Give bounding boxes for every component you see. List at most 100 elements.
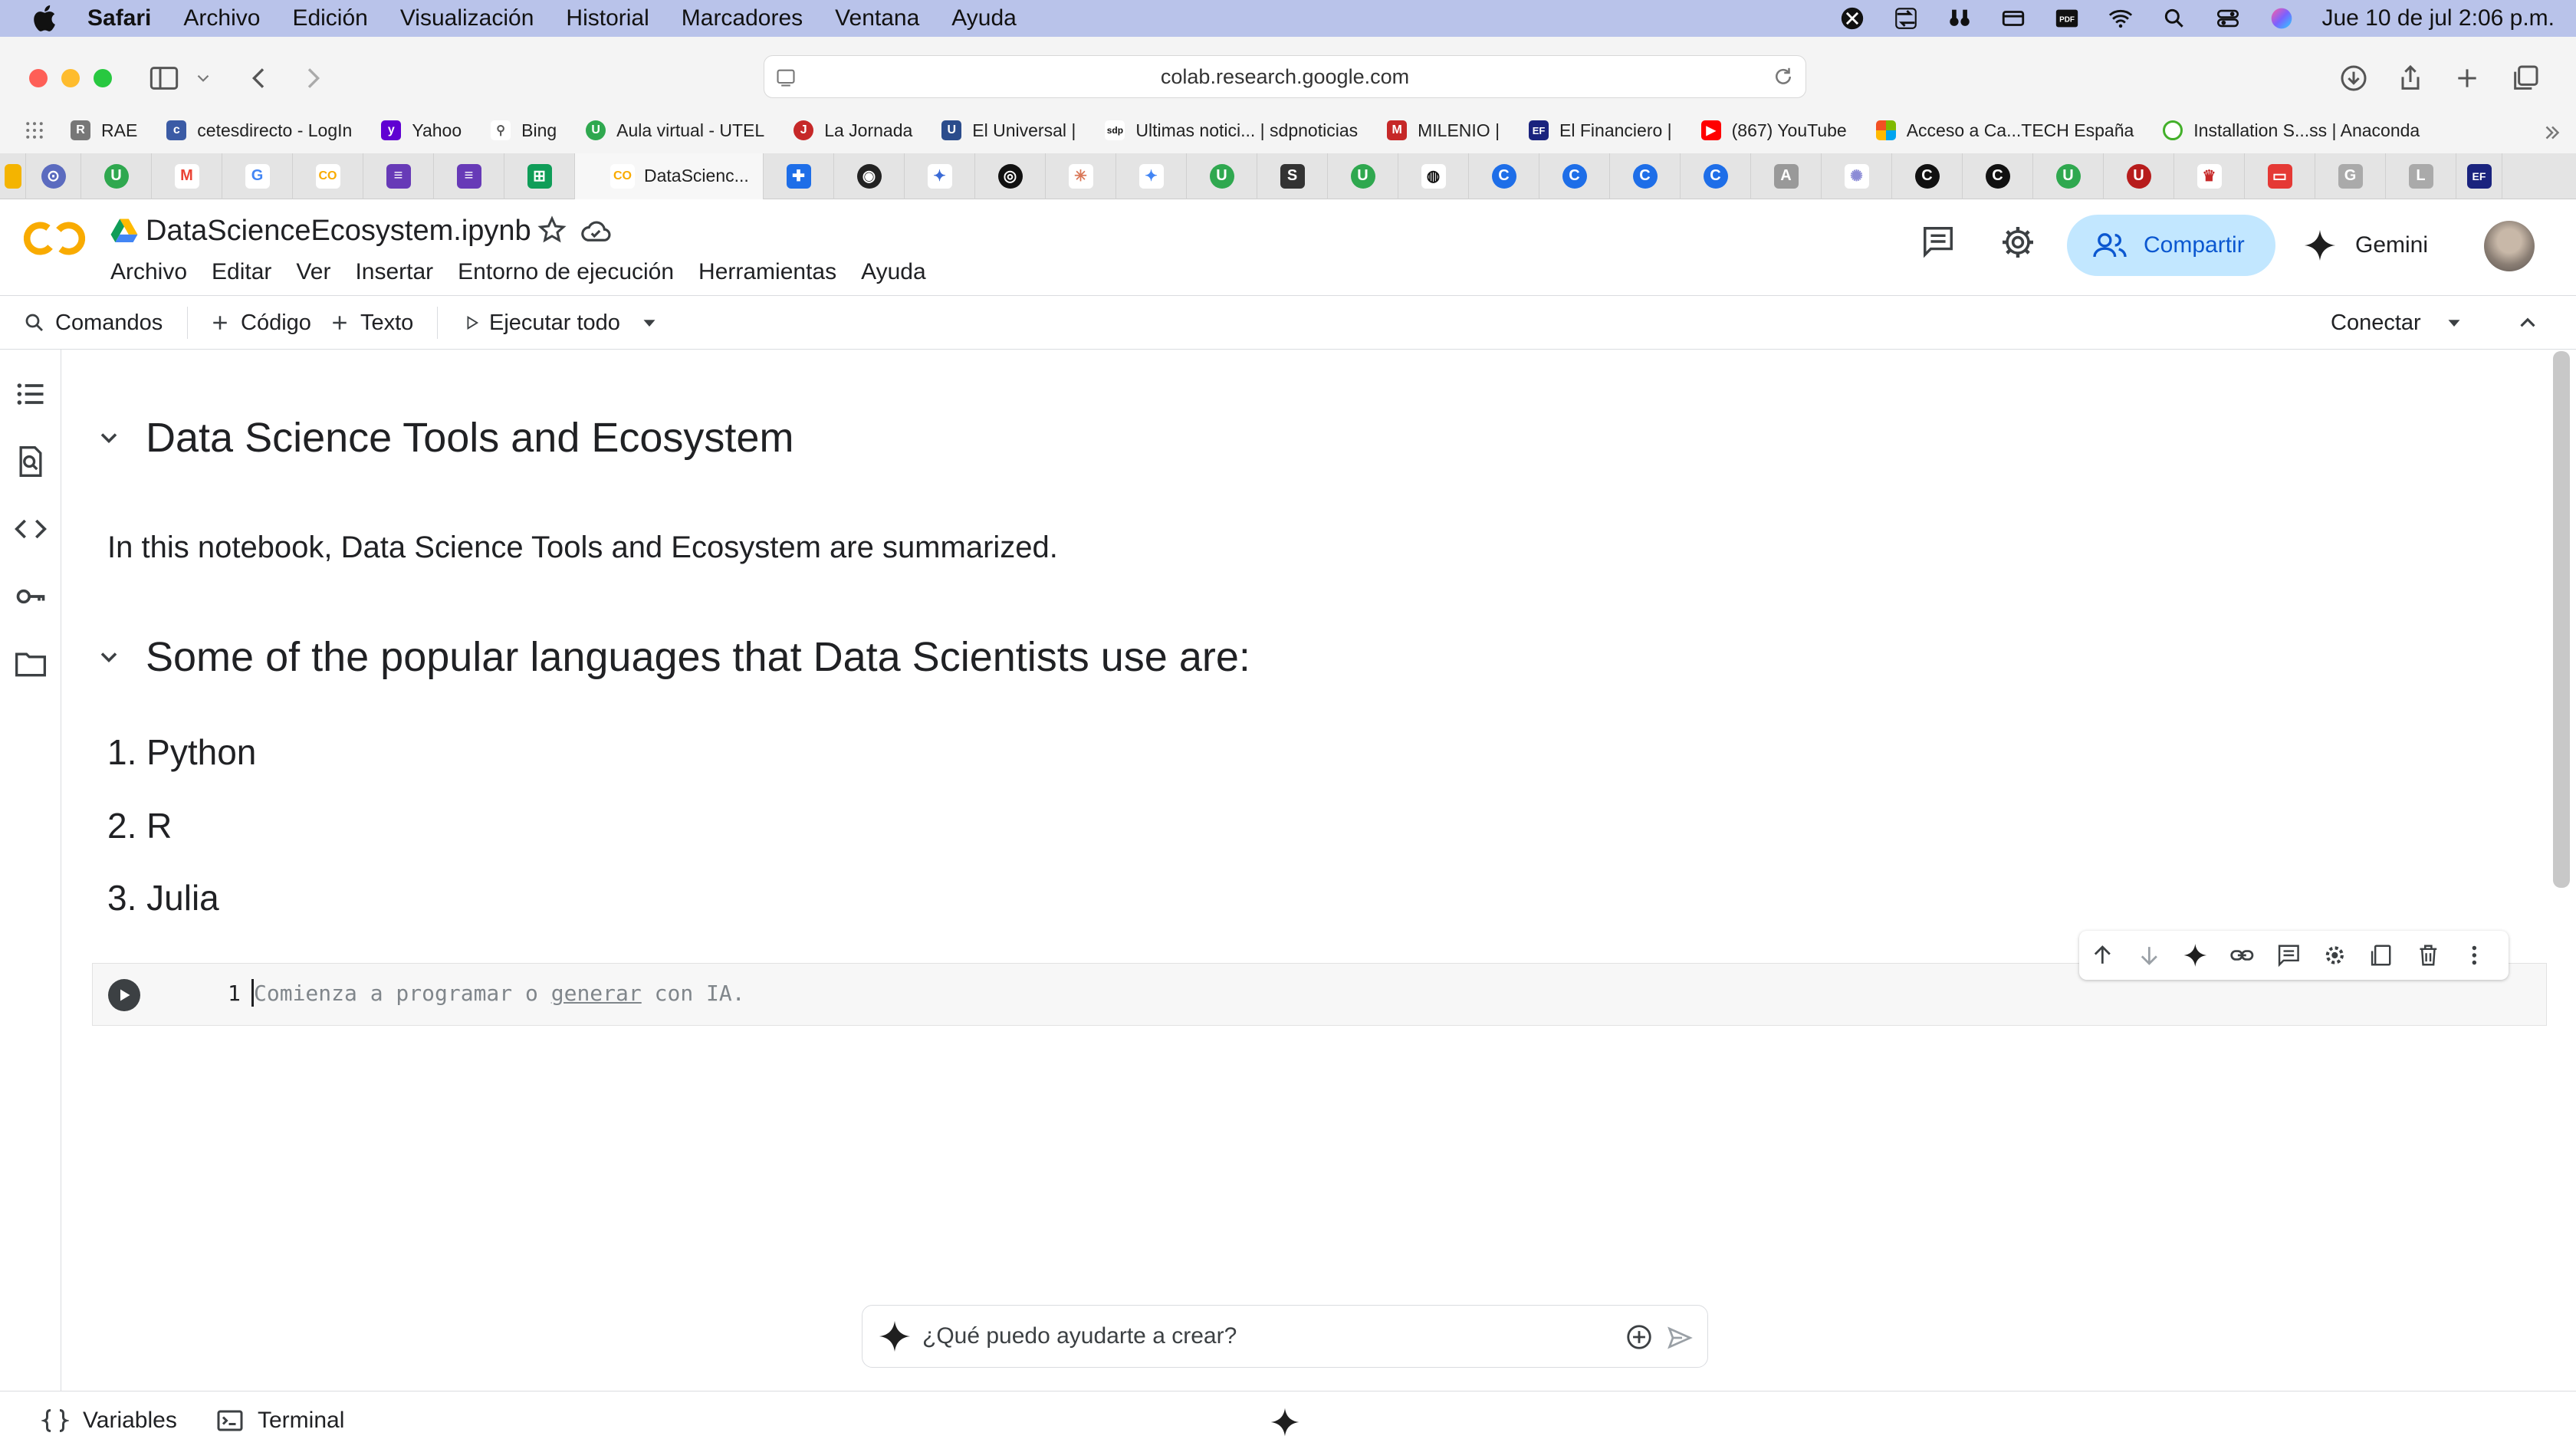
tab-openai[interactable]: ◎ [975,153,1046,199]
favorite-yahoo[interactable]: y Yahoo [381,120,462,141]
cell-settings-icon[interactable] [2322,941,2348,969]
tab-c-2[interactable]: C [1539,153,1610,199]
menu-edicion[interactable]: Edición [292,5,367,31]
tab-scribd[interactable]: S [1257,153,1328,199]
card-icon[interactable] [1999,5,2027,32]
commands-button[interactable]: Comandos [23,296,163,350]
code-placeholder[interactable]: Comienza a programar o generar con IA. [254,981,745,1006]
menu-historial[interactable]: Historial [566,5,649,31]
gemini-sparkle-icon[interactable] [2183,941,2208,969]
new-tab-icon[interactable] [2452,63,2482,94]
favorite-el-financiero[interactable]: EF El Financiero | [1529,120,1672,141]
favorite-el-universal[interactable]: U El Universal | [941,120,1076,141]
link-icon[interactable] [2229,941,2255,969]
tab-red[interactable]: ▭ [2245,153,2315,199]
generate-link[interactable]: generar [551,981,642,1006]
code-snippets-icon[interactable] [14,512,48,546]
favorite-milenio[interactable]: M MILENIO | [1387,120,1500,141]
colab-menu-archivo[interactable]: Archivo [110,259,187,285]
tab-forms-2[interactable]: ≡ [434,153,504,199]
tab-cursor[interactable]: ◍ [1398,153,1469,199]
comment-icon[interactable] [1920,224,1957,259]
more-favorites-icon[interactable] [2541,121,2564,144]
tab-c-1[interactable]: C [1469,153,1539,199]
tab-utel-3[interactable]: U [1328,153,1398,199]
find-replace-icon[interactable] [14,445,48,478]
gemini-button[interactable]: Gemini [2303,215,2428,276]
tab-3[interactable]: ✦ [905,153,975,199]
favorite-anaconda[interactable]: Installation S...ss | Anaconda [2163,120,2420,141]
add-code-button[interactable]: Código [209,296,311,350]
vertical-scrollbar[interactable] [2553,351,2570,888]
colab-menu-editar[interactable]: Editar [212,259,271,285]
tab-gemini[interactable]: ✦ [1116,153,1187,199]
colab-menu-ayuda[interactable]: Ayuda [861,259,926,285]
sidebar-toggle-icon[interactable] [147,63,181,94]
favorite-bing[interactable]: ⚲ Bing [491,120,557,141]
share-icon[interactable] [2395,63,2426,94]
apps-grid-icon[interactable] [23,119,46,142]
secrets-key-icon[interactable] [14,580,48,613]
tab-chat-2[interactable]: C [1963,153,2033,199]
forward-icon[interactable] [297,63,328,94]
colab-menu-insertar[interactable]: Insertar [355,259,433,285]
tab-ef[interactable]: EF [2456,153,2502,199]
add-text-button[interactable]: Texto [328,296,413,350]
zoom-window-button[interactable] [94,69,112,87]
comment-icon[interactable] [2276,941,2302,969]
share-button[interactable]: Compartir [2067,215,2275,276]
gemini-sparkle-icon[interactable] [1270,1407,1300,1438]
send-icon[interactable] [1666,1324,1694,1352]
tab-crown[interactable]: ♛ [2174,153,2245,199]
siri-icon[interactable] [2268,5,2295,32]
app-status-icon[interactable] [1838,5,1866,32]
minimize-window-button[interactable] [61,69,80,87]
more-vert-icon[interactable] [2462,941,2487,969]
tab-utel[interactable]: U [81,153,152,199]
star-icon[interactable] [537,215,567,245]
back-icon[interactable] [244,63,274,94]
spotlight-search-icon[interactable] [2160,5,2188,32]
run-cell-button[interactable] [108,979,140,1011]
menu-app-safari[interactable]: Safari [87,5,151,31]
favorite-youtube[interactable]: ▶ (867) YouTube [1700,120,1847,141]
avatar[interactable] [2484,221,2535,271]
notebook-title[interactable]: DataScienceEcosystem.ipynb [146,215,531,248]
colab-menu-herramientas[interactable]: Herramientas [698,259,836,285]
favorite-cetes[interactable]: c cetesdirecto - LogIn [166,120,352,141]
menubar-clock[interactable]: Jue 10 de jul 2:06 p.m. [2321,5,2555,31]
menu-archivo[interactable]: Archivo [183,5,260,31]
favorite-sdpnoticias[interactable]: sdp Ultimas notici... | sdpnoticias [1105,120,1358,141]
pdf-icon[interactable]: PDF [2053,5,2081,32]
tab-github[interactable]: ◉ [834,153,905,199]
reload-icon[interactable] [1772,65,1795,88]
wifi-icon[interactable] [2107,5,2134,32]
tab-active-datascience[interactable]: CO DataScienc... [575,153,764,199]
tab-a[interactable]: A [1751,153,1822,199]
tab-colab[interactable]: CO [293,153,363,199]
sync-icon[interactable] [1892,5,1920,32]
collapse-section-icon[interactable] [95,424,123,452]
tab-forms-1[interactable]: ≡ [363,153,434,199]
close-window-button[interactable] [29,69,48,87]
favorite-utel[interactable]: U Aula virtual - UTEL [586,120,764,141]
run-all-dropdown-icon[interactable] [638,311,661,334]
tab-pinned-0[interactable] [0,153,26,199]
cloud-saved-icon[interactable] [580,216,612,245]
site-info-icon[interactable] [775,67,797,88]
delete-trash-icon[interactable] [2416,941,2441,969]
tab-overview-icon[interactable] [2510,63,2541,94]
tab-perplexity[interactable]: ✺ [1822,153,1892,199]
connect-dropdown-icon[interactable] [2443,311,2466,334]
move-down-arrow-icon[interactable] [2137,941,2162,969]
downloads-icon[interactable] [2338,63,2369,94]
menu-ventana[interactable]: Ventana [835,5,919,31]
url-text[interactable]: colab.research.google.com [1161,65,1409,89]
control-center-icon[interactable] [2214,5,2242,32]
google-drive-icon[interactable] [110,218,138,242]
tab-google[interactable]: G [222,153,293,199]
favorite-la-jornada[interactable]: J La Jornada [794,120,912,141]
move-up-arrow-icon[interactable] [2090,941,2115,969]
tab-claude[interactable]: ✳ [1046,153,1116,199]
variables-button[interactable]: Variables [41,1407,177,1434]
